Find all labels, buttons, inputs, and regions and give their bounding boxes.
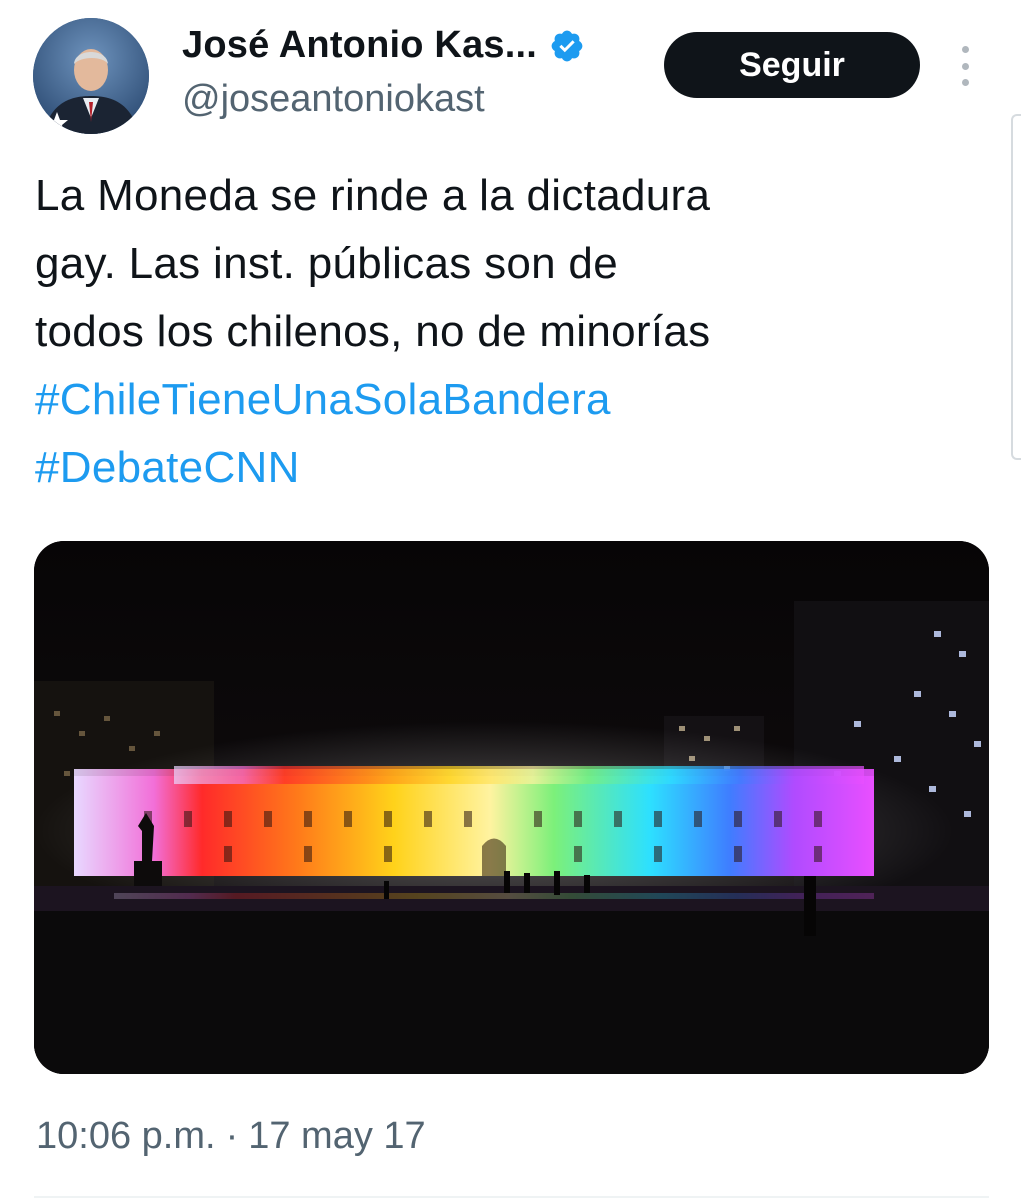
author-name-row: José Antonio Kas...	[182, 24, 585, 67]
divider	[34, 1196, 989, 1198]
meta-separator: ·	[225, 1115, 239, 1157]
avatar[interactable]	[33, 18, 149, 134]
tweet-text-line: gay. Las inst. públicas son de	[35, 239, 618, 288]
hashtag-link[interactable]: #DebateCNN	[35, 434, 935, 502]
scrollbar[interactable]	[1011, 114, 1021, 460]
follow-button[interactable]: Seguir	[664, 32, 920, 98]
tweet-date: 17 may 17	[248, 1115, 426, 1157]
tweet-timestamp[interactable]: 10:06 p.m. · 17 may 17	[36, 1115, 426, 1158]
tweet-time: 10:06 p.m.	[36, 1115, 216, 1157]
avatar-photo	[33, 18, 149, 134]
tweet-text: La Moneda se rinde a la dictadura gay. L…	[35, 162, 935, 502]
author-display-name[interactable]: José Antonio Kas...	[182, 24, 537, 67]
photo-la-moneda-rainbow-lights	[34, 541, 989, 1074]
author-handle[interactable]: @joseantoniokast	[182, 78, 485, 121]
tweet-text-line: La Moneda se rinde a la dictadura	[35, 171, 711, 220]
tweet-card: José Antonio Kas... @joseantoniokast Seg…	[0, 0, 1023, 1200]
hashtag-link[interactable]: #ChileTieneUnaSolaBandera	[35, 366, 935, 434]
more-vertical-icon[interactable]	[955, 46, 975, 86]
tweet-photo[interactable]	[34, 541, 989, 1074]
tweet-text-line: todos los chilenos, no de minorías	[35, 307, 711, 356]
verified-badge-icon	[549, 28, 585, 64]
